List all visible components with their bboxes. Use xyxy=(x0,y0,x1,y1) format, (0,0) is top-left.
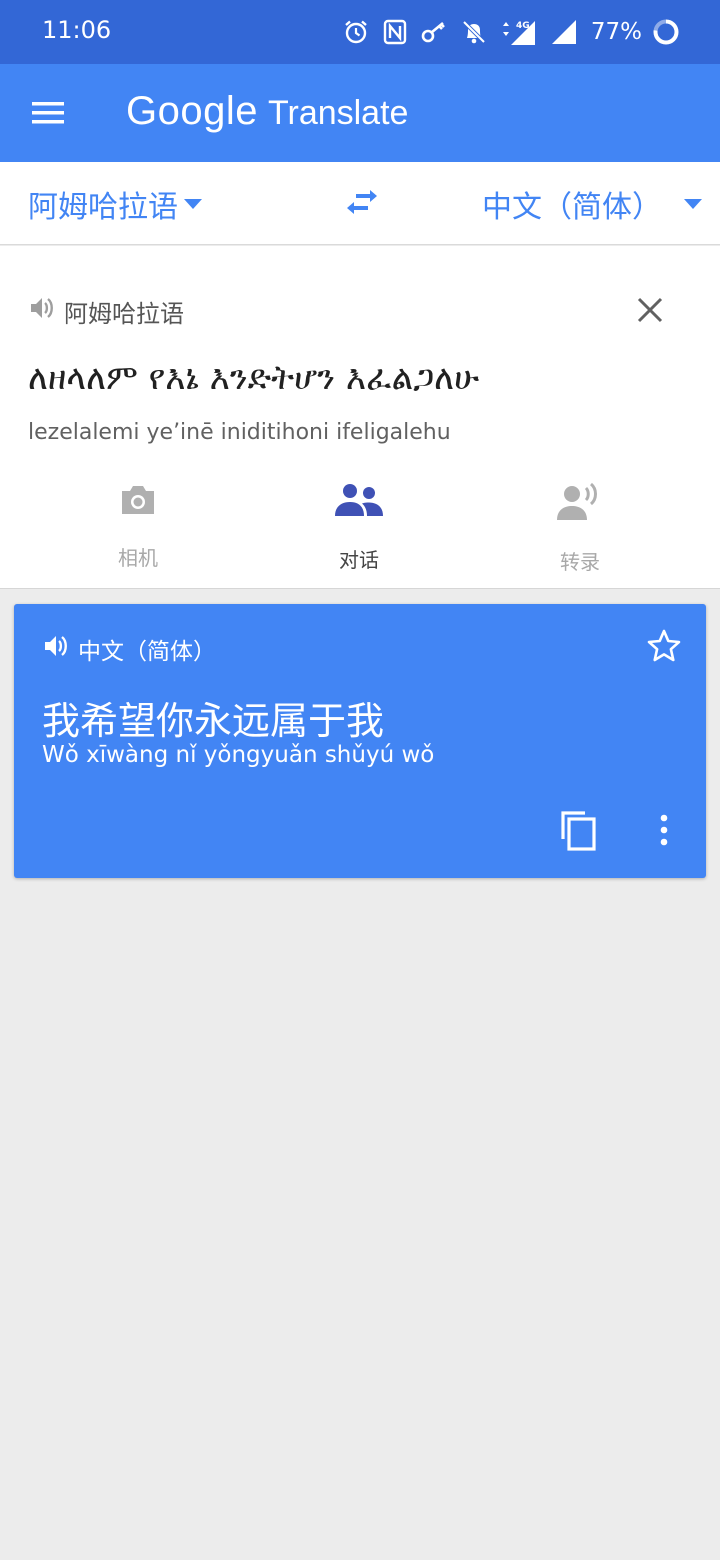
clear-input-button[interactable] xyxy=(632,292,668,332)
battery-percent: 77% xyxy=(590,19,642,45)
app-title-product: Translate xyxy=(267,94,409,132)
notifications-off-icon xyxy=(462,20,486,44)
camera-icon xyxy=(122,486,154,514)
volume-icon xyxy=(45,636,67,656)
network-type: 4G xyxy=(516,21,530,31)
transcribe-label: 转录 xyxy=(560,550,600,574)
dropdown-arrow-icon xyxy=(184,199,202,209)
battery-ring-icon xyxy=(653,19,679,45)
app-title-brand: Google xyxy=(126,89,258,133)
target-language-selector[interactable]: 中文（简体） xyxy=(482,182,702,226)
source-transliteration: lezelalemi ye’inē iniditihoni ifeligaleh… xyxy=(28,420,451,445)
translation-language-tag: 中文（简体） xyxy=(78,639,216,665)
more-options-button[interactable] xyxy=(654,808,674,856)
translation-pinyin: Wǒ xīwàng nǐ yǒngyuǎn shǔyú wǒ xyxy=(42,742,435,768)
record-voice-icon xyxy=(557,482,597,520)
copy-icon xyxy=(561,811,596,851)
transcribe-button[interactable]: 转录 xyxy=(520,482,640,575)
translation-card[interactable]: 中文（简体） 我希望你永远属于我 Wǒ xīwàng nǐ yǒngyuǎn s… xyxy=(14,604,706,878)
save-phrase-button[interactable] xyxy=(646,628,682,668)
source-speak-button[interactable] xyxy=(28,294,56,326)
status-time: 11:06 xyxy=(42,16,112,44)
status-bar: 11:06 4G 77% xyxy=(0,0,720,64)
dropdown-arrow-icon xyxy=(684,199,702,209)
more-vert-icon xyxy=(660,814,668,846)
camera-label: 相机 xyxy=(118,546,158,570)
alarm-icon xyxy=(345,20,367,44)
close-icon xyxy=(637,297,663,323)
menu-button[interactable] xyxy=(30,96,68,130)
menu-icon xyxy=(32,102,64,124)
target-language-label: 中文（简体） xyxy=(482,190,662,225)
swap-languages-button[interactable] xyxy=(344,184,380,224)
source-language-label: 阿姆哈拉语 xyxy=(28,190,178,225)
source-text[interactable]: ለዘላለም የእኔ እንድትሆን እፈልጋለሁ xyxy=(28,358,479,398)
app-title: Google Translate xyxy=(126,89,408,134)
signal-4g-icon: 4G xyxy=(502,21,535,45)
language-bar: 阿姆哈拉语 中文（简体） xyxy=(0,162,720,245)
conversation-button[interactable]: 对话 xyxy=(299,482,419,573)
conversation-label: 对话 xyxy=(339,548,379,572)
input-card: 阿姆哈拉语 ለዘላለም የእኔ እንድትሆን እፈልጋለሁ lezelalemi… xyxy=(0,246,720,589)
star-outline-icon xyxy=(647,629,681,662)
source-language-selector[interactable]: 阿姆哈拉语 xyxy=(28,182,202,226)
translation-speak-button[interactable] xyxy=(42,632,70,664)
status-icons: 4G 77% xyxy=(343,14,680,50)
people-icon xyxy=(335,484,383,516)
vpn-key-icon xyxy=(421,21,445,43)
swap-arrows-icon xyxy=(347,190,377,214)
app-bar: Google Translate xyxy=(0,64,720,162)
volume-icon xyxy=(31,298,53,318)
copy-button[interactable] xyxy=(558,808,598,856)
signal-icon xyxy=(551,20,576,44)
camera-button[interactable]: 相机 xyxy=(78,482,198,571)
nfc-icon xyxy=(383,19,407,45)
source-language-tag: 阿姆哈拉语 xyxy=(64,300,184,328)
translation-text: 我希望你永远属于我 xyxy=(42,699,385,743)
